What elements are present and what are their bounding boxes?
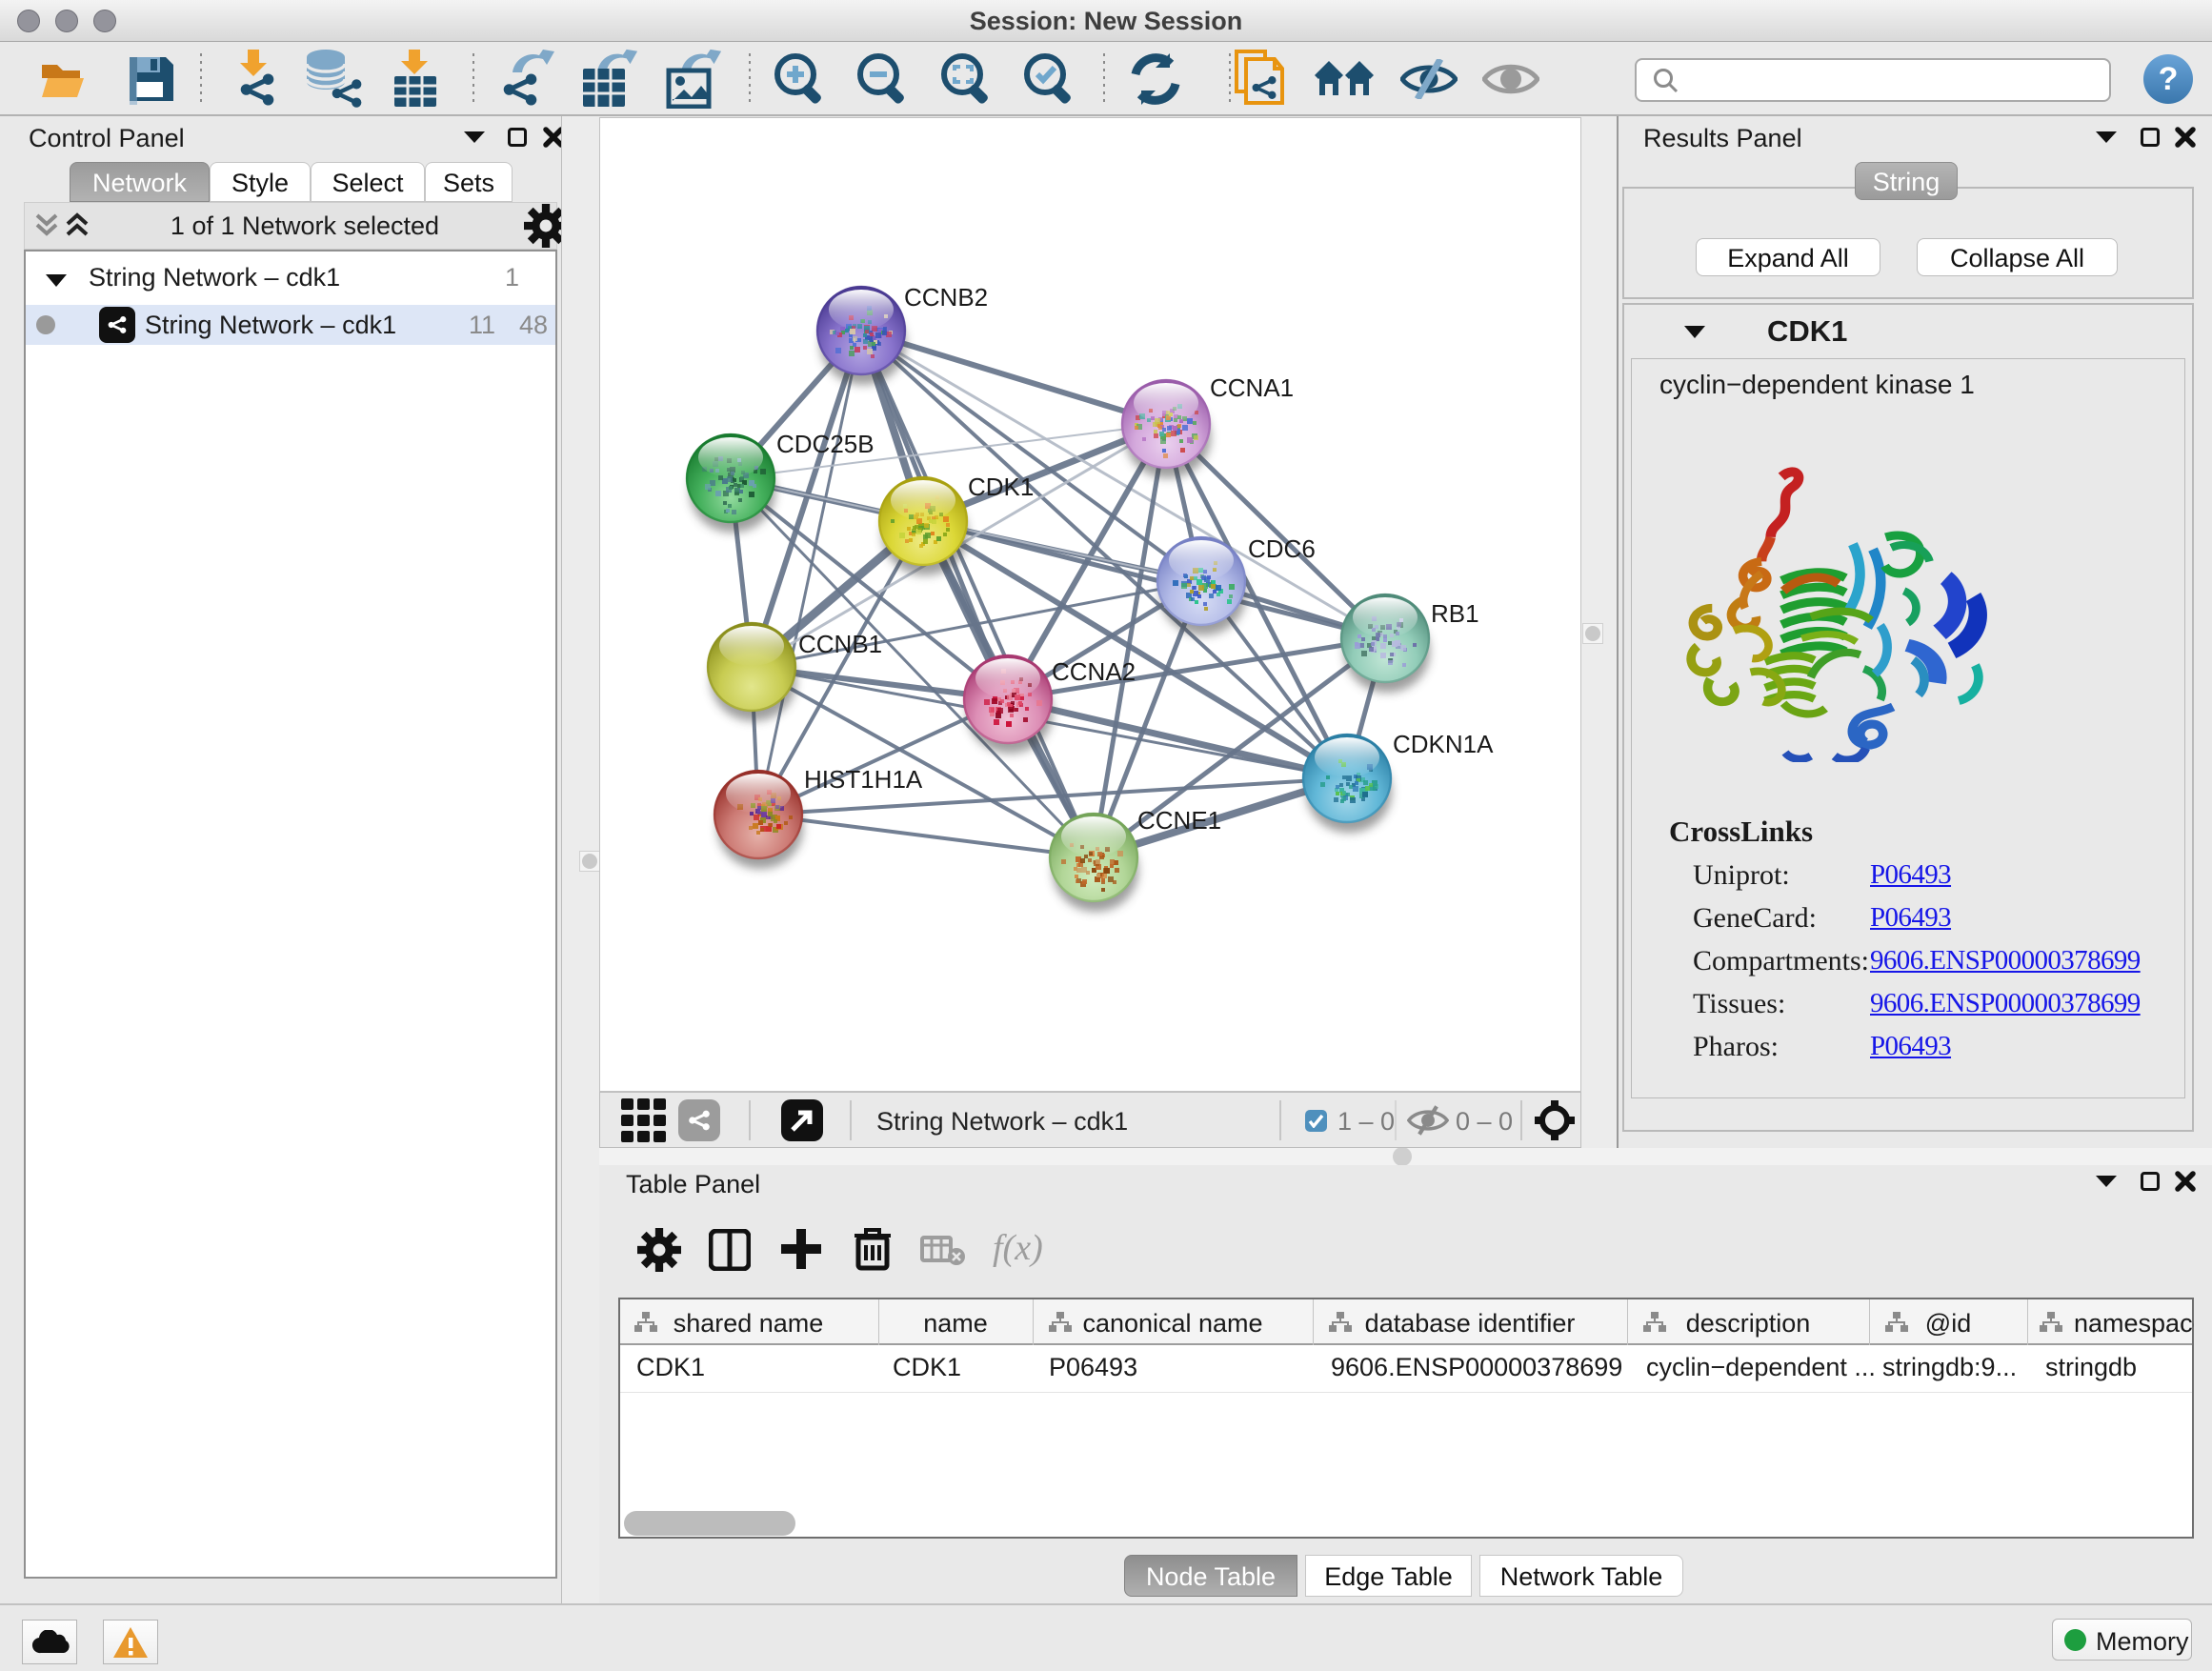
- svg-text:RB1: RB1: [1431, 599, 1479, 628]
- svg-text:HIST1H1A: HIST1H1A: [804, 765, 923, 794]
- svg-text:CDC6: CDC6: [1248, 534, 1316, 563]
- svg-text:CDKN1A: CDKN1A: [1393, 730, 1494, 758]
- svg-text:CCNB2: CCNB2: [904, 283, 988, 312]
- svg-text:CCNA1: CCNA1: [1210, 373, 1294, 402]
- svg-text:CDK1: CDK1: [968, 473, 1034, 501]
- svg-text:CCNE1: CCNE1: [1137, 806, 1221, 835]
- svg-text:CCNB1: CCNB1: [798, 630, 882, 658]
- svg-text:CDC25B: CDC25B: [776, 430, 875, 458]
- svg-text:CCNA2: CCNA2: [1052, 657, 1136, 686]
